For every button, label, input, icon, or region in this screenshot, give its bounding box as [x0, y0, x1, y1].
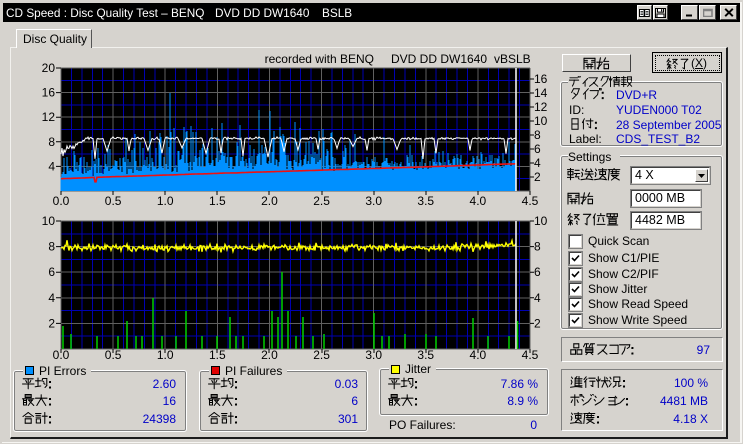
svg-text:3.5: 3.5	[417, 194, 434, 208]
svg-text:0.0: 0.0	[53, 348, 70, 362]
svg-text:4: 4	[48, 291, 55, 305]
svg-text:4.5: 4.5	[522, 194, 539, 208]
svg-text:2: 2	[534, 316, 541, 330]
svg-text:10: 10	[42, 214, 56, 228]
svg-text:4.5: 4.5	[522, 348, 539, 362]
svg-text:4.0: 4.0	[470, 348, 487, 362]
svg-text:12: 12	[42, 110, 56, 124]
svg-text:2.5: 2.5	[313, 194, 330, 208]
svg-text:2: 2	[534, 170, 541, 184]
svg-text:16: 16	[534, 72, 548, 86]
svg-text:14: 14	[534, 86, 548, 100]
svg-text:recorded with BENQ: recorded with BENQ	[265, 52, 374, 66]
svg-text:1.0: 1.0	[157, 348, 174, 362]
svg-text:2.0: 2.0	[261, 348, 278, 362]
svg-text:4: 4	[534, 291, 541, 305]
svg-text:12: 12	[534, 100, 548, 114]
svg-text:2: 2	[48, 316, 55, 330]
svg-text:3.5: 3.5	[417, 348, 434, 362]
svg-text:8: 8	[534, 128, 541, 142]
svg-text:8: 8	[534, 240, 541, 254]
svg-text:4: 4	[534, 156, 541, 170]
svg-text:8: 8	[48, 240, 55, 254]
svg-text:vBSLB: vBSLB	[494, 52, 531, 66]
svg-text:1.5: 1.5	[209, 348, 226, 362]
svg-text:6: 6	[534, 265, 541, 279]
svg-text:10: 10	[534, 214, 548, 228]
svg-text:DVD DD DW1640: DVD DD DW1640	[391, 52, 487, 66]
svg-text:1.0: 1.0	[157, 194, 174, 208]
svg-text:6: 6	[534, 142, 541, 156]
svg-text:8: 8	[48, 135, 55, 149]
svg-text:10: 10	[534, 114, 548, 128]
svg-text:3.0: 3.0	[365, 194, 382, 208]
svg-text:1.5: 1.5	[209, 194, 226, 208]
svg-text:0.5: 0.5	[105, 348, 122, 362]
svg-text:6: 6	[48, 265, 55, 279]
svg-text:0.0: 0.0	[53, 194, 70, 208]
svg-text:4: 4	[48, 159, 55, 173]
svg-text:16: 16	[42, 86, 56, 100]
svg-text:3.0: 3.0	[365, 348, 382, 362]
svg-text:20: 20	[42, 61, 56, 75]
svg-text:2.5: 2.5	[313, 348, 330, 362]
svg-text:0.5: 0.5	[105, 194, 122, 208]
svg-text:4.0: 4.0	[470, 194, 487, 208]
svg-text:2.0: 2.0	[261, 194, 278, 208]
